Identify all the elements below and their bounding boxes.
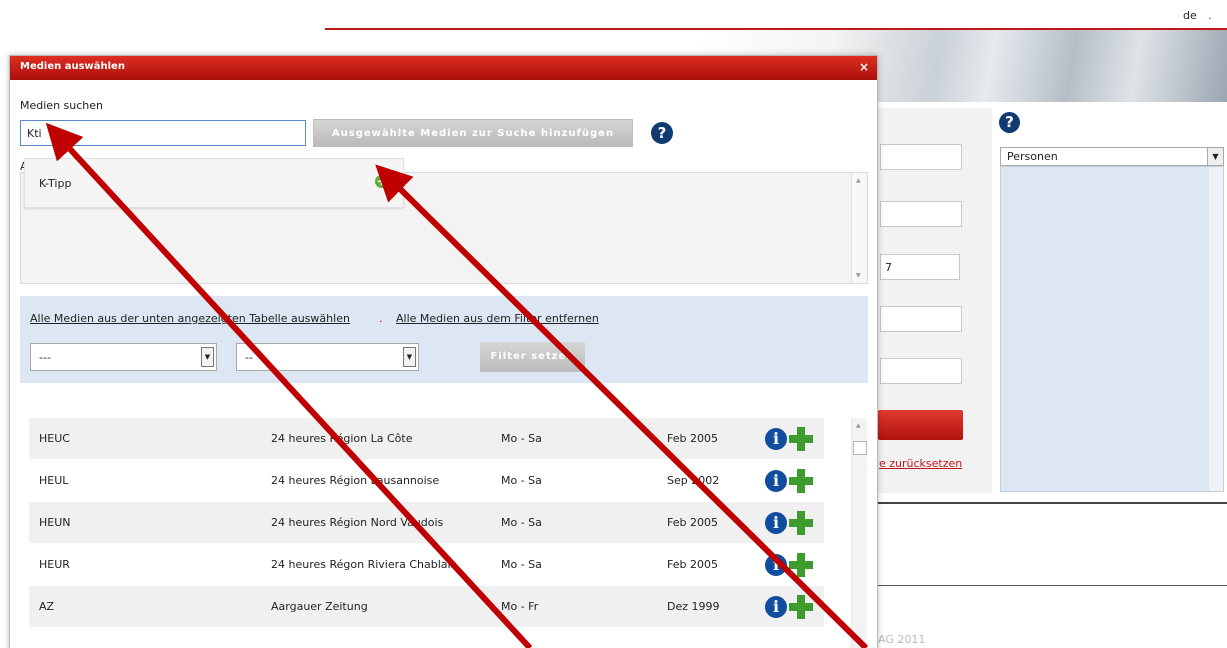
remove-all-media-link[interactable]: Alle Medien aus dem Filter entfernen <box>396 312 599 325</box>
scroll-down-icon[interactable]: ▼ <box>856 272 861 279</box>
media-since: Dez 1999 <box>667 600 720 613</box>
add-selected-media-button[interactable]: Ausgewählte Medien zur Suche hinzufügen <box>313 119 633 147</box>
info-icon[interactable]: i <box>765 470 787 492</box>
media-days: Mo - Sa <box>501 558 542 571</box>
plus-icon[interactable] <box>789 469 813 493</box>
background-listbox-scrollbar[interactable] <box>1209 167 1223 491</box>
plus-icon[interactable] <box>789 511 813 535</box>
chevron-down-icon: ▼ <box>1207 148 1223 165</box>
media-name: 24 heures Région Lausannoise <box>271 474 440 487</box>
background-search-button[interactable] <box>878 410 963 440</box>
add-circle-icon[interactable]: + <box>375 175 388 188</box>
scroll-up-icon[interactable]: ▲ <box>856 177 861 184</box>
info-icon[interactable]: i <box>765 596 787 618</box>
chevron-down-icon: ▼ <box>403 347 416 367</box>
media-name: 24 heures Région Nord Vaudois <box>271 516 444 529</box>
media-code: HEUN <box>39 516 71 529</box>
dialog-title: Medien auswählen <box>20 61 125 72</box>
background-field-1[interactable] <box>880 144 962 170</box>
media-name: 24 heures Régon Riviera Chablais <box>271 558 457 571</box>
filter-select-1[interactable]: --- ▼ <box>30 343 217 371</box>
selected-list-scrollbar[interactable]: ▲ ▼ <box>851 173 867 283</box>
media-days: Mo - Fr <box>501 600 539 613</box>
media-code: HEUL <box>39 474 69 487</box>
filter-panel: Alle Medien aus der unten angezeigten Ta… <box>20 296 868 383</box>
copyright-text: AG 2011 <box>878 633 926 646</box>
media-code: HEUR <box>39 558 70 571</box>
help-icon[interactable]: ? <box>651 122 673 144</box>
dialog-titlebar[interactable]: Medien auswählen × <box>10 56 877 80</box>
plus-icon[interactable] <box>789 553 813 577</box>
autocomplete-item[interactable]: K-Tipp <box>39 177 71 190</box>
language-separator: . <box>1208 9 1212 22</box>
background-divider <box>878 502 1227 504</box>
select-all-media-link[interactable]: Alle Medien aus der unten angezeigten Ta… <box>30 312 350 325</box>
scrollbar-thumb[interactable] <box>853 441 867 455</box>
background-category-select[interactable]: Personen ▼ <box>1000 147 1224 166</box>
table-scrollbar[interactable]: ▲ <box>851 418 867 648</box>
media-days: Mo - Sa <box>501 516 542 529</box>
link-separator: . <box>379 312 383 325</box>
info-icon[interactable]: i <box>765 512 787 534</box>
background-field-5[interactable] <box>880 358 962 384</box>
media-search-input[interactable] <box>20 120 306 146</box>
media-since: Feb 2005 <box>667 558 718 571</box>
background-field-3[interactable]: 7 <box>880 254 960 280</box>
close-icon[interactable]: × <box>859 60 869 74</box>
autocomplete-dropdown: K-Tipp + <box>24 158 404 208</box>
table-row[interactable]: AZ Aargauer Zeitung Mo - Fr Dez 1999 i <box>29 586 824 628</box>
background-category-select-value: Personen <box>1007 150 1058 163</box>
media-days: Mo - Sa <box>501 432 542 445</box>
filter-select-2-value: -- <box>245 351 253 364</box>
table-row[interactable]: HEUL 24 heures Région Lausannoise Mo - S… <box>29 460 824 502</box>
table-row[interactable]: HEUC 24 heures Région La Côte Mo - Sa Fe… <box>29 418 824 460</box>
plus-icon[interactable] <box>789 427 813 451</box>
background-listbox[interactable] <box>1000 166 1224 492</box>
plus-icon[interactable] <box>789 595 813 619</box>
background-field-4[interactable] <box>880 306 962 332</box>
table-row[interactable]: HEUR 24 heures Régon Riviera Chablais Mo… <box>29 544 824 586</box>
filter-select-1-value: --- <box>39 351 51 364</box>
apply-filter-button[interactable]: Filter setzen <box>480 342 585 372</box>
chevron-down-icon: ▼ <box>201 347 214 367</box>
media-table: HEUC 24 heures Région La Côte Mo - Sa Fe… <box>29 418 824 628</box>
info-icon[interactable]: i <box>765 428 787 450</box>
media-code: AZ <box>39 600 55 613</box>
info-icon[interactable]: i <box>765 554 787 576</box>
background-field-3-value: 7 <box>885 261 892 274</box>
media-code: HEUC <box>39 432 70 445</box>
media-since: Sep 2002 <box>667 474 720 487</box>
table-row[interactable]: HEUN 24 heures Région Nord Vaudois Mo - … <box>29 502 824 544</box>
background-field-2[interactable] <box>880 201 962 227</box>
search-label: Medien suchen <box>20 99 103 112</box>
background-help-icon[interactable]: ? <box>999 112 1020 133</box>
media-name: Aargauer Zeitung <box>271 600 368 613</box>
media-select-dialog: Medien auswählen × Medien suchen Ausgewä… <box>9 55 878 648</box>
media-since: Feb 2005 <box>667 432 718 445</box>
background-reset-link[interactable]: e zurücksetzen <box>879 457 962 470</box>
language-switch[interactable]: de <box>1183 9 1197 22</box>
media-since: Feb 2005 <box>667 516 718 529</box>
filter-select-2[interactable]: -- ▼ <box>236 343 419 371</box>
background-divider-2 <box>878 585 1227 586</box>
media-days: Mo - Sa <box>501 474 542 487</box>
media-name: 24 heures Région La Côte <box>271 432 413 445</box>
scroll-up-icon[interactable]: ▲ <box>856 422 861 429</box>
